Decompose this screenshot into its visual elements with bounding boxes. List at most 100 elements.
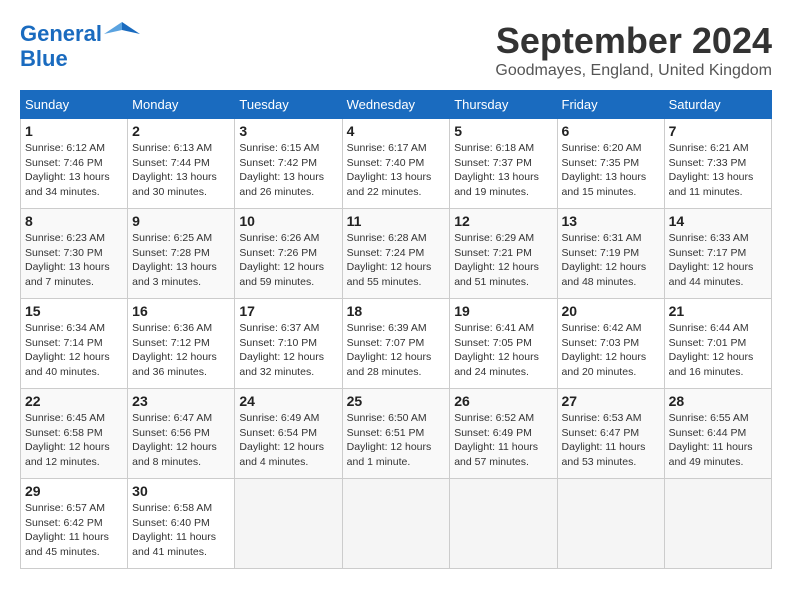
day-info: Sunrise: 6:36 AM Sunset: 7:12 PM Dayligh… (132, 321, 230, 380)
day-cell: 24 Sunrise: 6:49 AM Sunset: 6:54 PM Dayli… (235, 389, 342, 479)
day-number: 27 (562, 393, 660, 409)
day-number: 3 (239, 123, 337, 139)
title-area: September 2024 Goodmayes, England, Unite… (495, 20, 772, 80)
day-info: Sunrise: 6:41 AM Sunset: 7:05 PM Dayligh… (454, 321, 552, 380)
day-cell (557, 479, 664, 569)
day-info: Sunrise: 6:26 AM Sunset: 7:26 PM Dayligh… (239, 231, 337, 290)
day-cell: 8Sunrise: 6:23 AM Sunset: 7:30 PM Daylig… (21, 209, 128, 299)
day-number: 24 (239, 393, 337, 409)
day-info: Sunrise: 6:20 AM Sunset: 7:35 PM Dayligh… (562, 141, 660, 200)
day-number: 29 (25, 483, 123, 499)
col-header-sunday: Sunday (21, 91, 128, 119)
day-cell: 5 Sunrise: 6:18 AM Sunset: 7:37 PM Daylig… (450, 119, 557, 209)
day-cell: 12Sunrise: 6:29 AM Sunset: 7:21 PM Dayli… (450, 209, 557, 299)
day-number: 16 (132, 303, 230, 319)
day-cell: 6 Sunrise: 6:20 AM Sunset: 7:35 PM Daylig… (557, 119, 664, 209)
col-header-friday: Friday (557, 91, 664, 119)
day-info: Sunrise: 6:49 AM Sunset: 6:54 PM Dayligh… (239, 411, 337, 470)
col-header-saturday: Saturday (664, 91, 771, 119)
day-cell: 2Sunrise: 6:13 AM Sunset: 7:44 PM Daylig… (128, 119, 235, 209)
day-number: 6 (562, 123, 660, 139)
day-info: Sunrise: 6:57 AM Sunset: 6:42 PM Dayligh… (25, 501, 123, 560)
day-cell: 21 Sunrise: 6:44 AM Sunset: 7:01 PM Dayli… (664, 299, 771, 389)
day-info: Sunrise: 6:34 AM Sunset: 7:14 PM Dayligh… (25, 321, 123, 380)
day-info: Sunrise: 6:58 AM Sunset: 6:40 PM Dayligh… (132, 501, 230, 560)
day-number: 7 (669, 123, 767, 139)
logo-blue: Blue (20, 48, 68, 70)
day-cell: 1 Sunrise: 6:12 AM Sunset: 7:46 PM Daylig… (21, 119, 128, 209)
day-info: Sunrise: 6:17 AM Sunset: 7:40 PM Dayligh… (347, 141, 446, 200)
month-title: September 2024 (495, 20, 772, 62)
day-number: 28 (669, 393, 767, 409)
col-header-wednesday: Wednesday (342, 91, 450, 119)
day-cell: 16 Sunrise: 6:36 AM Sunset: 7:12 PM Dayli… (128, 299, 235, 389)
day-cell: 13 Sunrise: 6:31 AM Sunset: 7:19 PM Dayli… (557, 209, 664, 299)
day-number: 2 (132, 123, 230, 139)
day-number: 20 (562, 303, 660, 319)
day-number: 10 (239, 213, 337, 229)
col-header-tuesday: Tuesday (235, 91, 342, 119)
day-number: 14 (669, 213, 767, 229)
week-row-5: 29 Sunrise: 6:57 AM Sunset: 6:42 PM Dayli… (21, 479, 772, 569)
col-header-thursday: Thursday (450, 91, 557, 119)
day-cell (342, 479, 450, 569)
day-info: Sunrise: 6:31 AM Sunset: 7:19 PM Dayligh… (562, 231, 660, 290)
day-cell: 20 Sunrise: 6:42 AM Sunset: 7:03 PM Dayli… (557, 299, 664, 389)
day-number: 1 (25, 123, 123, 139)
day-cell: 19 Sunrise: 6:41 AM Sunset: 7:05 PM Dayli… (450, 299, 557, 389)
day-info: Sunrise: 6:44 AM Sunset: 7:01 PM Dayligh… (669, 321, 767, 380)
day-number: 21 (669, 303, 767, 319)
day-number: 13 (562, 213, 660, 229)
day-cell: 9 Sunrise: 6:25 AM Sunset: 7:28 PM Daylig… (128, 209, 235, 299)
day-cell (450, 479, 557, 569)
day-cell: 22 Sunrise: 6:45 AM Sunset: 6:58 PM Dayli… (21, 389, 128, 479)
week-row-2: 8Sunrise: 6:23 AM Sunset: 7:30 PM Daylig… (21, 209, 772, 299)
day-info: Sunrise: 6:45 AM Sunset: 6:58 PM Dayligh… (25, 411, 123, 470)
day-cell: 11 Sunrise: 6:28 AM Sunset: 7:24 PM Dayli… (342, 209, 450, 299)
day-number: 19 (454, 303, 552, 319)
day-info: Sunrise: 6:42 AM Sunset: 7:03 PM Dayligh… (562, 321, 660, 380)
logo-general: General (20, 21, 102, 46)
day-cell: 3 Sunrise: 6:15 AM Sunset: 7:42 PM Daylig… (235, 119, 342, 209)
day-number: 4 (347, 123, 446, 139)
day-info: Sunrise: 6:39 AM Sunset: 7:07 PM Dayligh… (347, 321, 446, 380)
day-info: Sunrise: 6:28 AM Sunset: 7:24 PM Dayligh… (347, 231, 446, 290)
day-cell: 29 Sunrise: 6:57 AM Sunset: 6:42 PM Dayli… (21, 479, 128, 569)
day-cell: 23 Sunrise: 6:47 AM Sunset: 6:56 PM Dayli… (128, 389, 235, 479)
day-info: Sunrise: 6:33 AM Sunset: 7:17 PM Dayligh… (669, 231, 767, 290)
day-number: 11 (347, 213, 446, 229)
day-number: 23 (132, 393, 230, 409)
day-info: Sunrise: 6:50 AM Sunset: 6:51 PM Dayligh… (347, 411, 446, 470)
day-cell: 27Sunrise: 6:53 AM Sunset: 6:47 PM Dayli… (557, 389, 664, 479)
day-info: Sunrise: 6:18 AM Sunset: 7:37 PM Dayligh… (454, 141, 552, 200)
day-info: Sunrise: 6:25 AM Sunset: 7:28 PM Dayligh… (132, 231, 230, 290)
calendar-table: SundayMondayTuesdayWednesdayThursdayFrid… (20, 90, 772, 569)
day-number: 5 (454, 123, 552, 139)
day-info: Sunrise: 6:12 AM Sunset: 7:46 PM Dayligh… (25, 141, 123, 200)
day-cell: 30Sunrise: 6:58 AM Sunset: 6:40 PM Dayli… (128, 479, 235, 569)
day-info: Sunrise: 6:37 AM Sunset: 7:10 PM Dayligh… (239, 321, 337, 380)
day-info: Sunrise: 6:29 AM Sunset: 7:21 PM Dayligh… (454, 231, 552, 290)
col-header-monday: Monday (128, 91, 235, 119)
day-info: Sunrise: 6:21 AM Sunset: 7:33 PM Dayligh… (669, 141, 767, 200)
day-cell: 14 Sunrise: 6:33 AM Sunset: 7:17 PM Dayli… (664, 209, 771, 299)
week-row-4: 22 Sunrise: 6:45 AM Sunset: 6:58 PM Dayli… (21, 389, 772, 479)
day-cell: 10 Sunrise: 6:26 AM Sunset: 7:26 PM Dayli… (235, 209, 342, 299)
day-info: Sunrise: 6:15 AM Sunset: 7:42 PM Dayligh… (239, 141, 337, 200)
day-number: 22 (25, 393, 123, 409)
day-cell: 18Sunrise: 6:39 AM Sunset: 7:07 PM Dayli… (342, 299, 450, 389)
day-number: 9 (132, 213, 230, 229)
week-row-3: 15Sunrise: 6:34 AM Sunset: 7:14 PM Dayli… (21, 299, 772, 389)
day-cell (664, 479, 771, 569)
day-info: Sunrise: 6:55 AM Sunset: 6:44 PM Dayligh… (669, 411, 767, 470)
day-number: 8 (25, 213, 123, 229)
day-info: Sunrise: 6:47 AM Sunset: 6:56 PM Dayligh… (132, 411, 230, 470)
column-headers: SundayMondayTuesdayWednesdayThursdayFrid… (21, 91, 772, 119)
day-info: Sunrise: 6:52 AM Sunset: 6:49 PM Dayligh… (454, 411, 552, 470)
logo: General Blue (20, 20, 140, 70)
day-number: 25 (347, 393, 446, 409)
logo-bird-icon (104, 20, 140, 48)
day-cell: 7 Sunrise: 6:21 AM Sunset: 7:33 PM Daylig… (664, 119, 771, 209)
week-row-1: 1 Sunrise: 6:12 AM Sunset: 7:46 PM Daylig… (21, 119, 772, 209)
calendar-body: 1 Sunrise: 6:12 AM Sunset: 7:46 PM Daylig… (21, 119, 772, 569)
